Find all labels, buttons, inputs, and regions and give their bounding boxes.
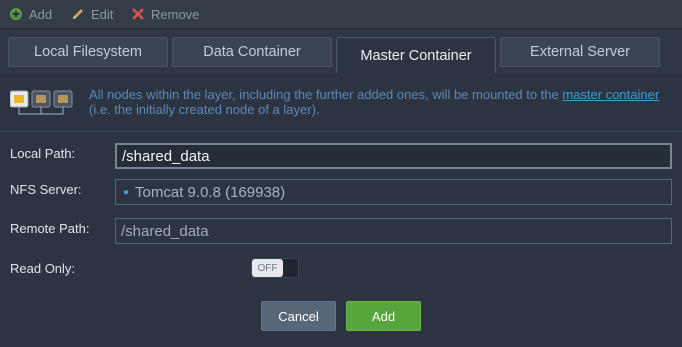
info-text-before: All nodes within the layer, including th… — [89, 87, 563, 102]
remote-path-input[interactable]: /shared_data — [115, 218, 672, 244]
toolbar-add-button[interactable]: Add — [9, 0, 52, 29]
toolbar-add-label: Add — [29, 6, 53, 22]
info-panel: All nodes within the layer, including th… — [0, 73, 682, 132]
local-path-label: Local Path: — [10, 146, 76, 161]
local-path-value: /shared_data — [122, 147, 210, 165]
pencil-icon — [71, 7, 85, 21]
x-icon — [131, 7, 145, 21]
nfs-server-value: Tomcat 9.0.8 (169938) — [135, 183, 286, 201]
status-dot-icon: ● — [123, 186, 130, 198]
plus-circle-icon — [9, 7, 23, 21]
toolbar: Add Edit Remove — [0, 0, 682, 29]
nfs-server-select[interactable]: ● Tomcat 9.0.8 (169938) — [115, 179, 672, 205]
tab-master-container[interactable]: Master Container — [336, 37, 496, 73]
master-container-diagram-icon — [9, 88, 74, 118]
info-text-after: (i.e. the initially created node of a la… — [89, 102, 320, 117]
remote-path-label: Remote Path: — [10, 221, 90, 236]
tab-bar: Local Filesystem Data Container Master C… — [0, 29, 682, 73]
toolbar-edit-button[interactable]: Edit — [71, 0, 113, 29]
add-button[interactable]: Add — [346, 301, 421, 331]
tab-external-server[interactable]: External Server — [500, 37, 660, 67]
nfs-server-label: NFS Server: — [10, 182, 82, 197]
cancel-button[interactable]: Cancel — [261, 301, 336, 331]
toggle-knob: OFF — [252, 259, 283, 277]
tab-data-container[interactable]: Data Container — [172, 37, 332, 67]
toolbar-remove-button[interactable]: Remove — [131, 0, 199, 29]
read-only-toggle[interactable]: OFF — [251, 258, 299, 278]
master-container-link[interactable]: master container — [562, 87, 659, 102]
read-only-label: Read Only: — [10, 261, 76, 276]
tab-local-filesystem[interactable]: Local Filesystem — [8, 37, 168, 67]
info-text: All nodes within the layer, including th… — [89, 87, 679, 117]
local-path-input[interactable]: /shared_data — [115, 143, 672, 169]
remote-path-value: /shared_data — [121, 222, 209, 240]
toolbar-edit-label: Edit — [91, 6, 114, 22]
toolbar-remove-label: Remove — [151, 6, 200, 22]
